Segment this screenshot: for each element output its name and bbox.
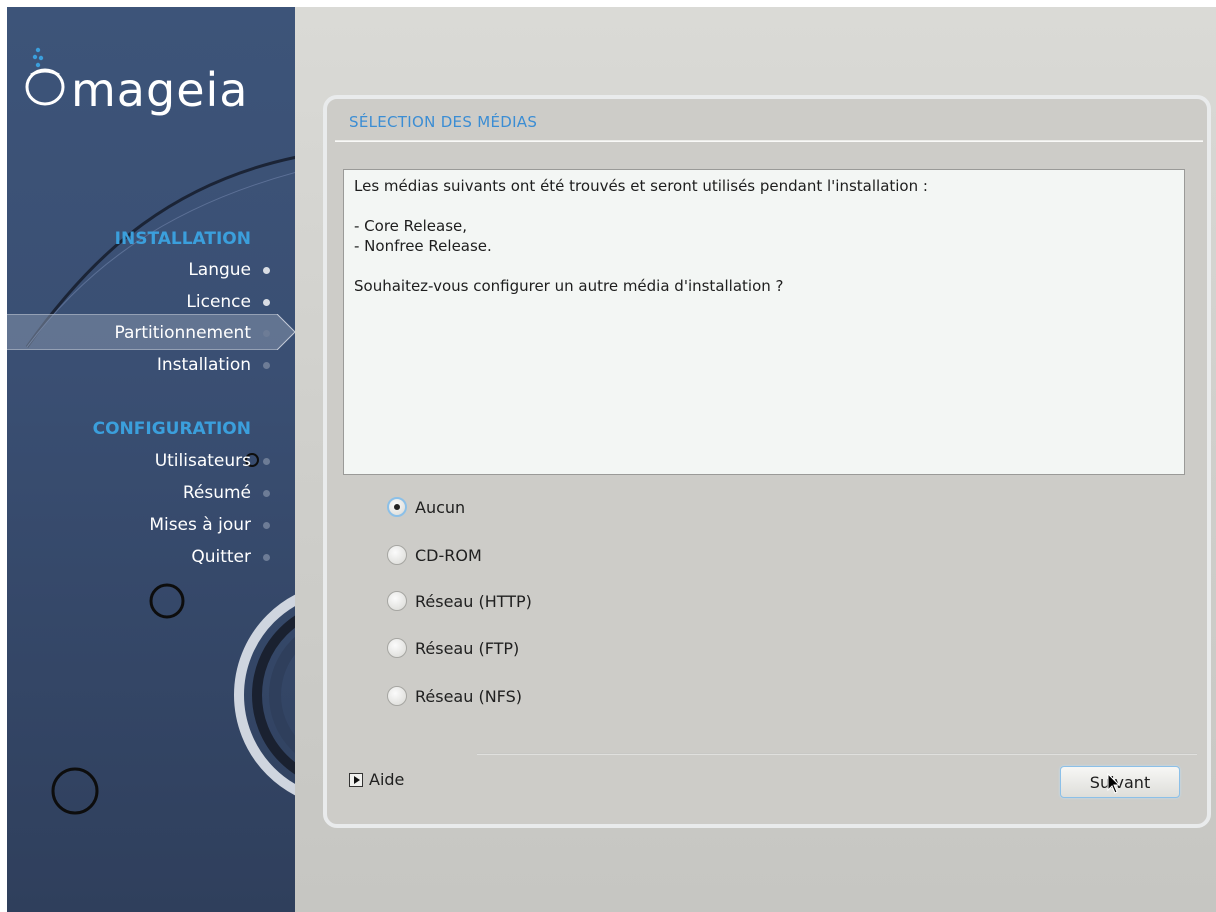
sidebar-step-label: Utilisateurs [154,451,251,471]
media-info-box: Les médias suivants ont été trouvés et s… [343,169,1185,475]
sidebar-step-licence: Licence [186,292,270,312]
option-reseau-nfs[interactable]: Réseau (NFS) [387,682,522,710]
sidebar-step-label: Mises à jour [149,515,251,535]
media-item: - Nonfree Release. [354,237,492,255]
media-selection-dialog: SÉLECTION DES MÉDIAS Les médias suivants… [323,95,1211,828]
step-done-bullet-icon [263,299,270,306]
option-label[interactable]: Réseau (FTP) [415,639,519,658]
dialog-title: SÉLECTION DES MÉDIAS [349,113,538,131]
sidebar: mageia INSTALLATION Langue Licence Parti… [7,7,295,912]
sidebar-step-label: Installation [156,355,251,375]
step-pending-bullet-icon [263,554,270,561]
sidebar-step-installation: Installation [156,355,270,375]
radio-checked-icon[interactable] [387,497,407,517]
expander-arrow-icon[interactable] [349,772,363,787]
step-done-bullet-icon [263,267,270,274]
sidebar-step-label: Langue [188,260,251,280]
sidebar-step-label: Licence [186,292,251,312]
option-reseau-ftp[interactable]: Réseau (FTP) [387,634,519,662]
step-pending-bullet-icon [263,522,270,529]
title-divider [335,140,1203,142]
sidebar-step-label: Quitter [191,547,251,567]
help-expander[interactable]: Aide [349,770,404,789]
option-label[interactable]: Aucun [415,498,465,517]
help-label[interactable]: Aide [369,770,404,789]
sidebar-step-label: Partitionnement [114,323,251,343]
step-pending-bullet-icon [263,490,270,497]
option-cd-rom[interactable]: CD-ROM [387,541,482,569]
mouse-cursor-icon [1107,773,1121,794]
step-pending-bullet-icon [263,458,270,465]
radio-unchecked-icon[interactable] [387,591,407,611]
sidebar-step-resume: Résumé [182,483,270,503]
info-intro: Les médias suivants ont été trouvés et s… [354,177,928,195]
section-title-configuration: CONFIGURATION [92,419,251,439]
mageia-logo-text: mageia [71,63,249,117]
option-reseau-http[interactable]: Réseau (HTTP) [387,587,532,615]
step-current-bullet-icon [263,330,270,337]
installer-screen: mageia INSTALLATION Langue Licence Parti… [7,7,1216,912]
option-label[interactable]: Réseau (HTTP) [415,592,532,611]
sidebar-step-utilisateurs: Utilisateurs [154,451,270,471]
radio-unchecked-icon[interactable] [387,686,407,706]
info-question: Souhaitez-vous configurer un autre média… [354,277,784,295]
sidebar-step-mises-a-jour: Mises à jour [149,515,270,535]
mageia-logo-icon [25,47,65,106]
sidebar-decoration [25,155,295,815]
bottom-divider [477,753,1197,755]
sidebar-step-langue: Langue [188,260,270,280]
option-label[interactable]: CD-ROM [415,546,482,565]
radio-unchecked-icon[interactable] [387,545,407,565]
sidebar-step-label: Résumé [182,483,251,503]
sidebar-step-partitionnement: Partitionnement [114,323,270,343]
section-title-installation: INSTALLATION [114,229,251,249]
radio-unchecked-icon[interactable] [387,638,407,658]
option-label[interactable]: Réseau (NFS) [415,687,522,706]
option-aucun[interactable]: Aucun [387,493,465,521]
step-pending-bullet-icon [263,362,270,369]
media-item: - Core Release, [354,217,468,235]
sidebar-step-quitter: Quitter [191,547,270,567]
